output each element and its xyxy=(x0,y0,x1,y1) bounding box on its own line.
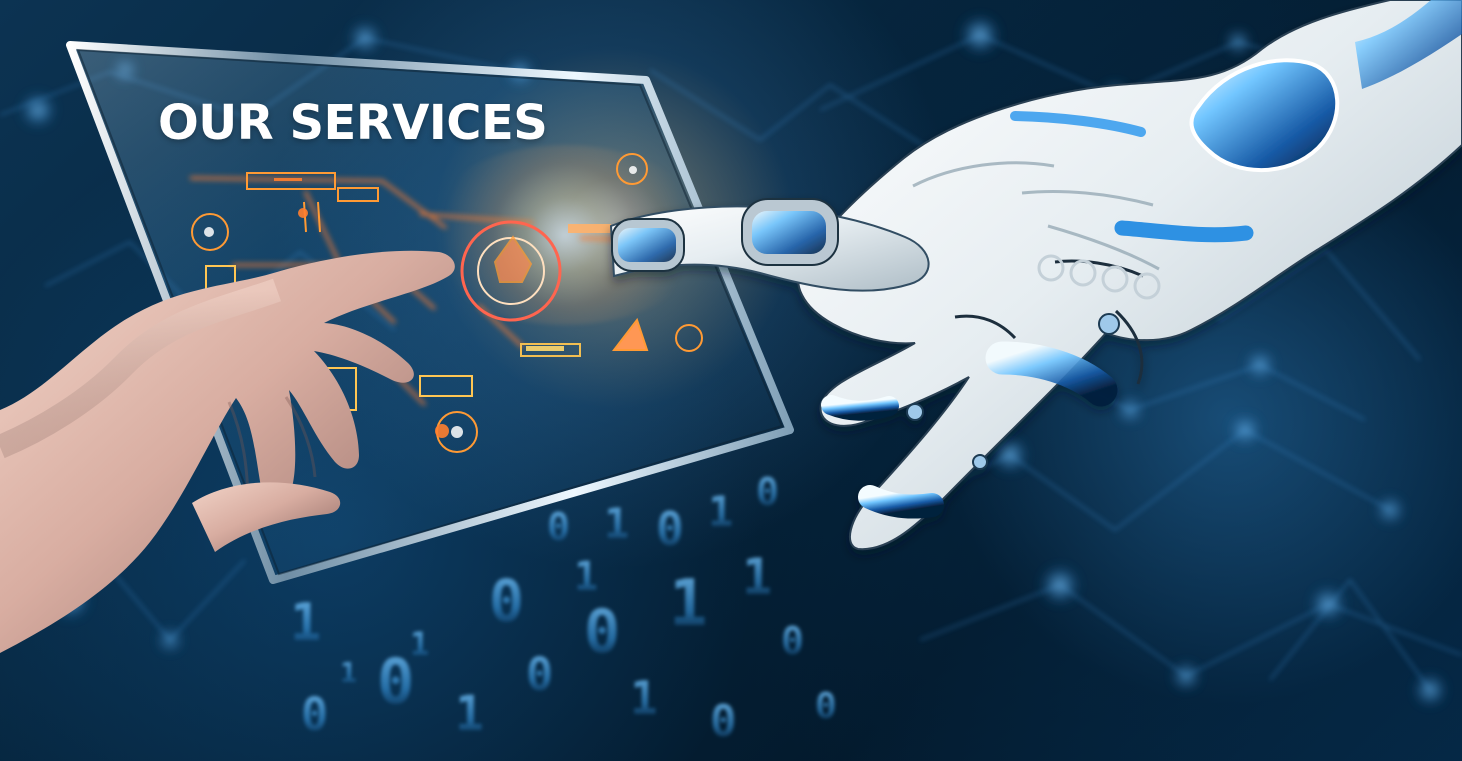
svg-text:1: 1 xyxy=(669,567,708,641)
svg-text:0: 0 xyxy=(781,619,804,663)
svg-text:0: 0 xyxy=(301,688,328,741)
svg-text:0: 0 xyxy=(526,648,553,701)
svg-text:1: 1 xyxy=(630,671,658,725)
svg-text:1: 1 xyxy=(455,686,484,742)
svg-text:0: 0 xyxy=(584,597,620,667)
svg-text:0: 0 xyxy=(656,502,684,556)
svg-text:0: 0 xyxy=(547,505,570,549)
svg-text:1: 1 xyxy=(604,499,629,548)
svg-text:1: 1 xyxy=(340,656,357,689)
svg-text:0: 0 xyxy=(815,686,837,727)
svg-text:1: 1 xyxy=(742,548,772,606)
svg-text:1: 1 xyxy=(410,625,429,663)
svg-text:0: 0 xyxy=(756,470,779,514)
services-hero: 1 1 0 0 1 1 0 0 1 0 1 1 0 1 0 0 0 1 0 1 … xyxy=(0,0,1462,761)
svg-text:1: 1 xyxy=(290,593,321,653)
svg-text:1: 1 xyxy=(574,554,598,600)
svg-text:0: 0 xyxy=(710,696,737,747)
svg-text:1: 1 xyxy=(708,487,733,536)
page-title: OUR SERVICES xyxy=(158,95,548,151)
svg-text:0: 0 xyxy=(489,567,524,635)
svg-text:0: 0 xyxy=(377,645,414,718)
